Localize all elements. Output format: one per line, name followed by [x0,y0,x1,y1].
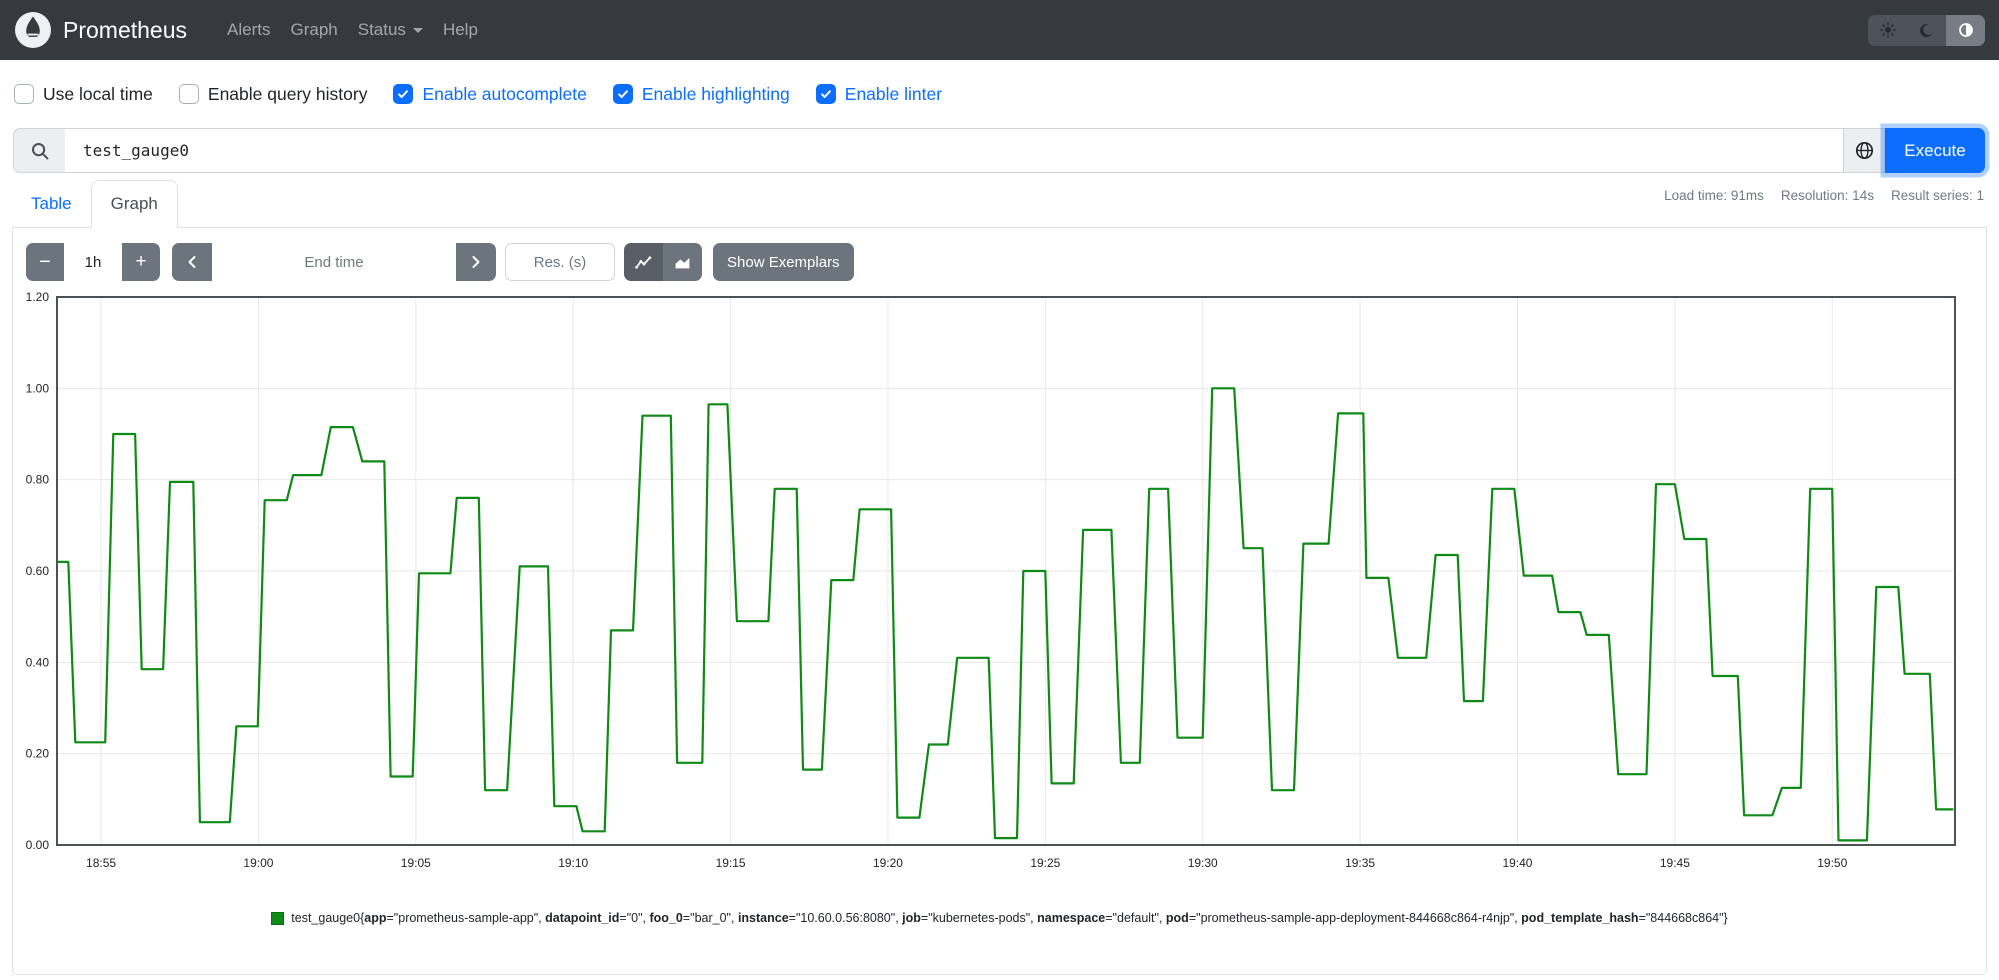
x-tick-label: 19:50 [1817,856,1847,870]
end-time-forward-button[interactable] [456,243,496,281]
y-tick-label: 0.40 [26,655,50,669]
tab-table[interactable]: Table [12,180,91,227]
range-stepper: − + [26,243,160,281]
end-time-group [172,243,496,281]
checkbox-checked-icon[interactable] [815,84,836,104]
x-tick-label: 19:20 [873,856,903,870]
x-tick-label: 19:10 [558,856,588,870]
auto-icon [1958,22,1974,38]
x-tick-label: 18:55 [86,856,116,870]
resolution: Resolution: 14s [1780,188,1874,203]
globe-icon [1855,141,1873,160]
line-chart-icon [635,255,652,269]
theme-toggle-group [1868,14,1985,46]
load-time: Load time: 91ms [1664,188,1764,203]
show-exemplars-button[interactable]: Show Exemplars [713,243,854,281]
theme-light-button[interactable] [1868,14,1907,46]
sun-icon [1879,22,1896,38]
chevron-right-icon [472,256,480,268]
nav-item-graph[interactable]: Graph [280,12,347,48]
option-label: Enable linter [844,83,943,104]
option-enable-query-history[interactable]: Enable query history [178,83,368,105]
nav-item-alerts[interactable]: Alerts [217,12,280,48]
y-tick-label: 0.60 [26,564,50,578]
line-graph-toggle[interactable] [624,243,663,281]
graph-type-toggle [624,243,702,281]
range-input[interactable] [64,243,122,281]
graph-panel: − + [12,228,1987,975]
stacked-chart-icon [675,257,690,268]
nav-item-help[interactable]: Help [433,12,488,48]
legend-text: test_gauge0{app="prometheus-sample-app",… [291,911,1728,925]
option-enable-linter[interactable]: Enable linter [815,83,943,105]
nav-links: Alerts Graph Status Help [217,12,488,48]
tab-bar: Table Graph Load time: 91ms Resolution: … [12,180,1987,228]
option-enable-highlighting[interactable]: Enable highlighting [612,83,790,105]
theme-auto-button[interactable] [1946,14,1985,46]
execute-button[interactable]: Execute [1885,128,1985,173]
moon-icon [1919,23,1934,38]
prometheus-logo [14,11,52,49]
x-tick-label: 19:00 [243,856,273,870]
result-series: Result series: 1 [1890,188,1984,203]
y-tick-label: 1.00 [26,381,50,395]
query-stats: Load time: 91ms Resolution: 14s Result s… [1664,188,1984,203]
option-label: Enable highlighting [641,83,790,104]
navbar: Prometheus Alerts Graph Status Help [0,0,1999,60]
query-input[interactable] [65,128,1843,173]
end-time-input[interactable] [212,243,456,281]
series-line [57,387,1954,842]
legend-item: test_gauge0{app="prometheus-sample-app",… [271,911,1728,925]
y-tick-label: 0.20 [26,747,50,761]
option-label: Use local time [43,83,153,104]
query-bar: Execute [13,128,1985,173]
caret-down-icon [412,28,423,33]
x-tick-label: 19:30 [1188,856,1218,870]
y-tick-label: 0.80 [26,473,50,487]
range-increase-button[interactable]: + [122,243,160,281]
x-tick-label: 19:40 [1502,856,1532,870]
query-prefix [13,128,65,173]
nav-item-status-label: Status [357,20,406,39]
tab-graph[interactable]: Graph [90,180,178,228]
graph-legend: test_gauge0{app="prometheus-sample-app",… [13,911,1986,925]
checkbox-unchecked-icon[interactable] [178,84,199,104]
option-label: Enable query history [207,83,368,104]
option-label: Enable autocomplete [422,83,587,104]
x-tick-label: 19:15 [716,856,746,870]
graph-controls: − + [26,243,854,281]
end-time-back-button[interactable] [172,243,212,281]
theme-dark-button[interactable] [1907,14,1946,46]
checkbox-checked-icon[interactable] [612,84,633,104]
x-tick-label: 19:35 [1345,856,1375,870]
y-tick-label: 1.20 [26,290,50,304]
chevron-left-icon [188,256,196,268]
option-use-local-time[interactable]: Use local time [14,84,153,105]
gridlines [57,296,1955,846]
graph-canvas[interactable]: 0.00 0.20 0.40 0.60 0.80 1.00 1.20 18:55 19:00 19… [13,290,1986,890]
checkbox-unchecked-icon[interactable] [14,84,34,104]
metrics-explorer-button[interactable] [1843,128,1885,173]
nav-item-status[interactable]: Status [348,12,433,48]
legend-swatch [271,911,285,925]
x-tick-label: 19:05 [401,856,431,870]
stacked-graph-toggle[interactable] [663,243,702,281]
search-icon [31,142,48,159]
option-enable-autocomplete[interactable]: Enable autocomplete [393,83,587,105]
checkbox-checked-icon[interactable] [393,84,414,104]
options-row: Use local time Enable query history Enable… [14,60,942,128]
brand[interactable]: Prometheus [63,17,187,44]
x-tick-label: 19:45 [1660,856,1690,870]
y-tick-label: 0.00 [26,838,50,852]
x-tick-label: 19:25 [1030,856,1060,870]
range-decrease-button[interactable]: − [26,243,64,281]
resolution-input[interactable] [505,243,615,281]
